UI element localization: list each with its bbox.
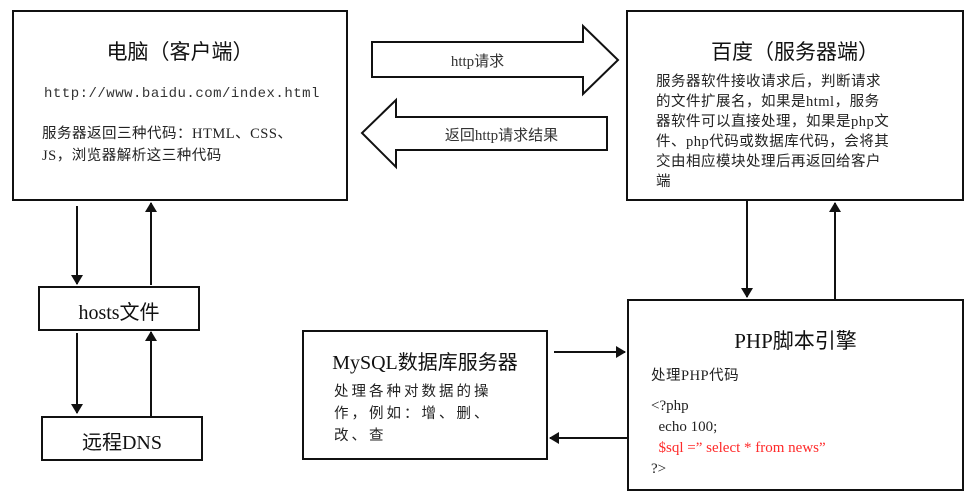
dns-label: 远程DNS [81,432,162,454]
hosts-box: hosts文件 [38,286,200,331]
php-code-line: echo 100; [651,419,718,435]
server-description-line: 器软件可以直接处理，如果是php文 [656,114,890,130]
php-box: PHP脚本引擎 处理PHP代码 <?php echo 100; $sql =” … [627,299,964,491]
client-description-line2: JS，浏览器解析这三种代码 [42,148,222,164]
response-arrow-label: 返回http请求结果 [444,128,559,144]
server-description-line: 的文件扩展名，如果是html，服务 [656,94,880,110]
request-arrow-label: http请求 [450,54,505,70]
dns-box: 远程DNS [41,416,203,461]
client-box: 电脑（客户端） http://www.baidu.com/index.html … [12,10,348,201]
client-title: 电脑（客户端） [106,40,254,64]
server-description-line: 服务器软件接收请求后，判断请求 [656,74,881,90]
php-code-line-highlight: $sql =” select * from news” [651,440,826,456]
server-description-line: 件、php代码或数据库代码，会将其 [656,134,890,150]
mysql-title: MySQL数据库服务器 [332,352,518,374]
php-subtitle: 处理PHP代码 [651,368,740,384]
client-url: http://www.baidu.com/index.html [44,86,320,102]
mysql-description-line: 改、查 [334,428,387,444]
hosts-label: hosts文件 [78,302,160,324]
server-box: 百度（服务器端） 服务器软件接收请求后，判断请求 的文件扩展名，如果是html，… [626,10,964,201]
server-description-line: 交由相应模块处理后再返回给客户 [656,154,881,170]
client-description-line1: 服务器返回三种代码：HTML、CSS、 [42,126,293,142]
mysql-box: MySQL数据库服务器 处理各种对数据的操 作，例如：增、删、 改、查 [302,330,548,460]
mysql-description-line: 作，例如：增、删、 [334,406,492,422]
php-code-line: ?> [651,461,667,477]
server-title: 百度（服务器端） [711,40,879,64]
php-code-line: <?php [651,398,689,414]
php-title: PHP脚本引擎 [734,329,857,353]
mysql-description-line: 处理各种对数据的操 [334,384,492,400]
server-description-line: 端 [656,174,671,190]
